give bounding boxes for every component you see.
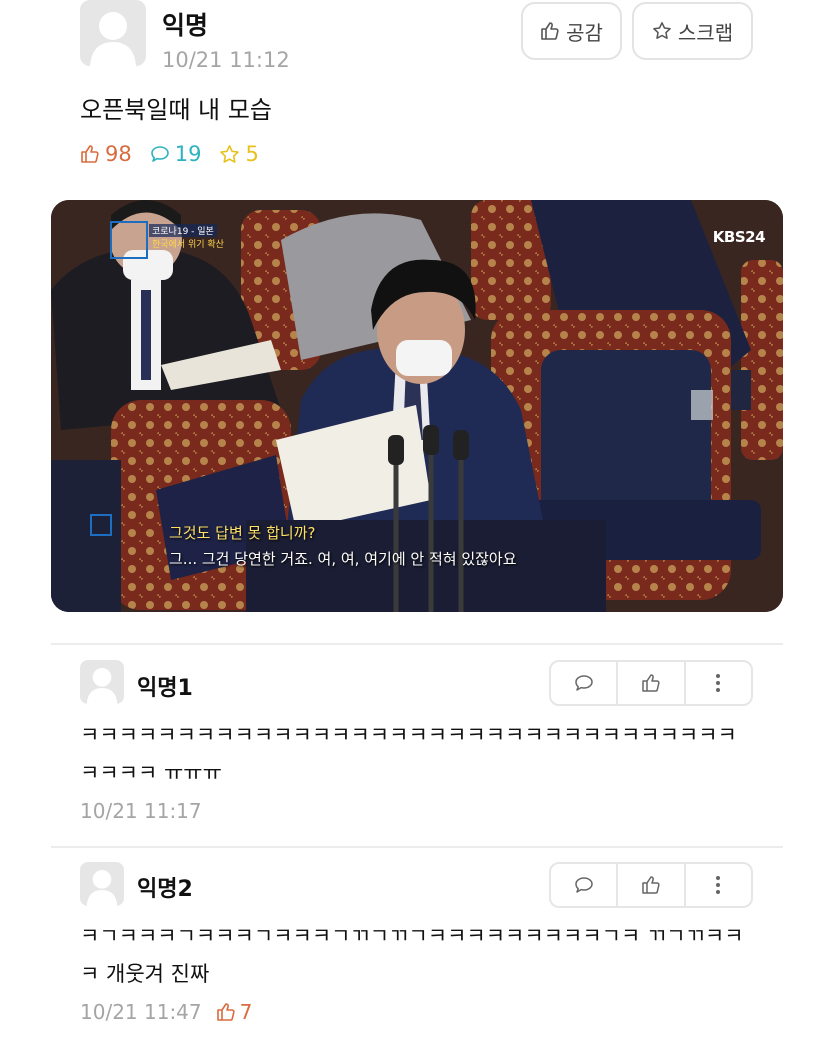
scrap-button[interactable]: 스크랩: [632, 2, 753, 60]
post-avatar: [80, 0, 146, 66]
comment-bubble-icon: [574, 675, 593, 691]
thumbs-up-icon: [216, 1003, 235, 1021]
video-subtitle-line-2: 그... 그건 당연한 거죠. 여, 여, 여기에 안 적혀 있잖아요: [169, 550, 517, 568]
comment-meta: 10/21 11:47 7: [80, 1000, 252, 1024]
like-count-value: 98: [105, 142, 132, 166]
comment-actions: [549, 660, 753, 706]
thumbs-up-icon: [81, 145, 99, 163]
more-button[interactable]: [683, 864, 751, 906]
comment-like-count: 7: [216, 1000, 253, 1024]
comment-time: 10/21 11:47: [80, 1000, 202, 1024]
more-vertical-icon: [716, 674, 721, 692]
comment-author: 익명1: [137, 676, 193, 701]
comment-actions: [549, 862, 753, 908]
star-icon: [220, 144, 240, 163]
post-author: 익명: [162, 11, 209, 40]
comment-like-count-value: 7: [239, 1000, 253, 1024]
divider: [51, 643, 783, 645]
reply-button[interactable]: [551, 662, 616, 704]
comment-avatar: [80, 862, 124, 906]
comment-bubble-icon: [150, 146, 169, 162]
like-count: 98: [80, 142, 132, 166]
comment-time: 10/21 11:17: [80, 799, 202, 823]
thumbs-up-icon: [642, 674, 660, 692]
broadcaster-logo: KBS24: [712, 228, 766, 246]
star-icon: [653, 22, 671, 39]
reply-button[interactable]: [551, 864, 616, 906]
post-image[interactable]: 코로나19 - 일본 한국에서 위기 확산 KBS24 그것도 답변 못 합니까…: [51, 200, 783, 612]
anonymous-avatar-icon: [90, 12, 136, 66]
thumbs-up-icon: [642, 876, 660, 894]
more-vertical-icon: [716, 876, 721, 894]
video-caption-bottom: 한국에서 위기 확산: [152, 240, 224, 250]
scrap-count: 5: [219, 142, 259, 166]
comment-text: ㅋㄱㅋㅋㅋㄱㅋㅋㅋㄱㅋㅋㅋㄱㄲㄱㄲㄱㅋㅋㅋㅋㅋㅋㅋㅋㅋㄱㅋ ㄲㄱㄲㅋㅋㅋ 개웃겨…: [80, 924, 744, 986]
comment-count-value: 19: [174, 142, 202, 166]
comment-avatar: [80, 660, 124, 704]
thumbs-up-icon: [541, 22, 559, 40]
anonymous-avatar-icon: [86, 870, 118, 906]
post-stats: 98 19 5: [80, 142, 259, 166]
comment-text: ㅋㅋㅋㅋㅋㅋㅋㅋㅋㅋㅋㅋㅋㅋㅋㅋㅋㅋㅋㅋㅋㅋㅋㅋㅋㅋㅋㅋㅋㅋㅋㅋㅋㅋ ㅋㅋㅋㅋ …: [80, 723, 737, 785]
comment-author: 익명2: [137, 877, 193, 902]
anonymous-avatar-icon: [86, 668, 118, 704]
comment-count: 19: [150, 142, 202, 166]
more-button[interactable]: [683, 662, 751, 704]
like-button[interactable]: 공감: [521, 2, 622, 60]
comment-like-button[interactable]: [616, 662, 683, 704]
scrap-count-value: 5: [245, 142, 259, 166]
post-time: 10/21 11:12: [162, 48, 290, 72]
comment-like-button[interactable]: [616, 864, 683, 906]
comment-meta: 10/21 11:17: [80, 799, 202, 823]
like-button-label: 공감: [566, 20, 603, 45]
video-subtitle-line-1: 그것도 답변 못 합니까?: [169, 524, 316, 542]
divider: [51, 846, 783, 848]
post-text: 오픈북일때 내 모습: [80, 96, 272, 124]
scrap-button-label: 스크랩: [677, 20, 734, 45]
video-caption-top: 코로나19 - 일본: [149, 224, 217, 237]
comment-bubble-icon: [574, 877, 593, 893]
